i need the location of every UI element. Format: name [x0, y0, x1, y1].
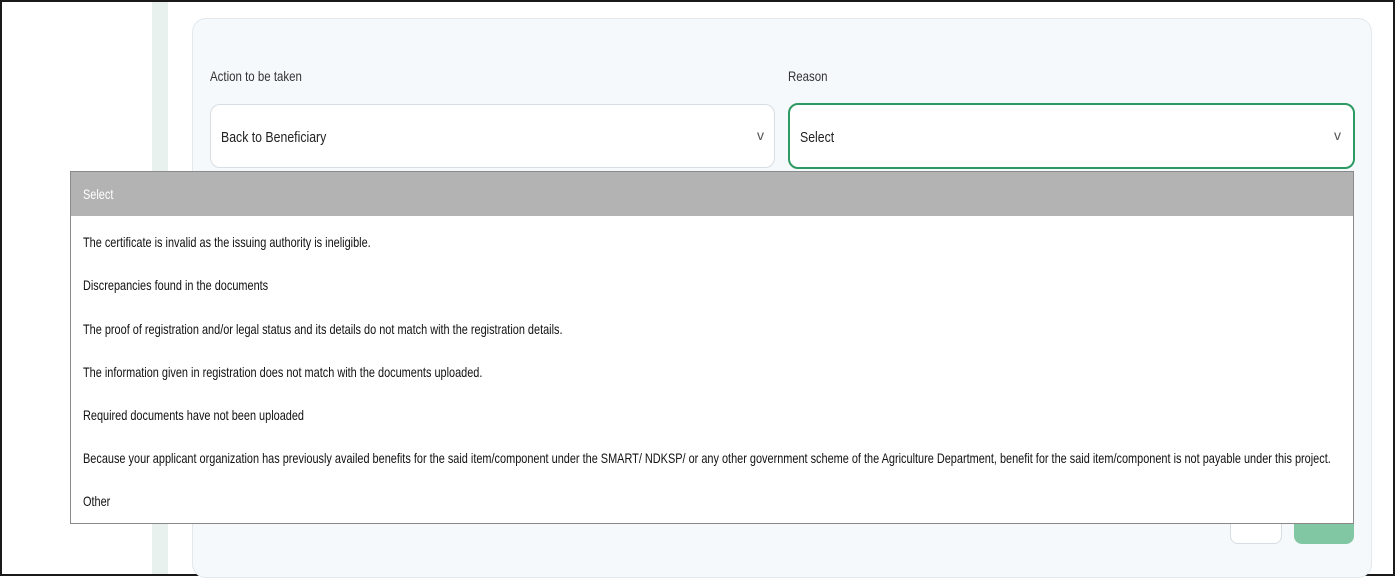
dropdown-option[interactable]: Required documents have not been uploade…: [71, 396, 1353, 434]
screenshot-frame: Action to be taken Back to Beneficiary v…: [0, 0, 1395, 578]
action-label: Action to be taken: [210, 68, 302, 84]
dropdown-option[interactable]: The proof of registration and/or legal s…: [71, 310, 1353, 348]
dropdown-option[interactable]: Other: [71, 482, 1353, 520]
dropdown-option[interactable]: The certificate is invalid as the issuin…: [71, 223, 1353, 261]
action-select[interactable]: Back to Beneficiary v: [210, 104, 775, 168]
chevron-down-icon: v: [757, 127, 764, 143]
reason-select[interactable]: Select v: [788, 103, 1355, 169]
reason-select-value: Select: [800, 129, 835, 146]
dropdown-option[interactable]: Because your applicant organization has …: [71, 439, 1353, 477]
reason-label: Reason: [788, 68, 828, 84]
action-select-value: Back to Beneficiary: [221, 129, 327, 146]
dropdown-option-select[interactable]: Select: [71, 172, 1353, 216]
chevron-down-icon: v: [1334, 127, 1341, 143]
reason-dropdown-list: Select The certificate is invalid as the…: [70, 171, 1354, 524]
dropdown-option[interactable]: Discrepancies found in the documents: [71, 266, 1353, 304]
dropdown-option[interactable]: The information given in registration do…: [71, 353, 1353, 391]
